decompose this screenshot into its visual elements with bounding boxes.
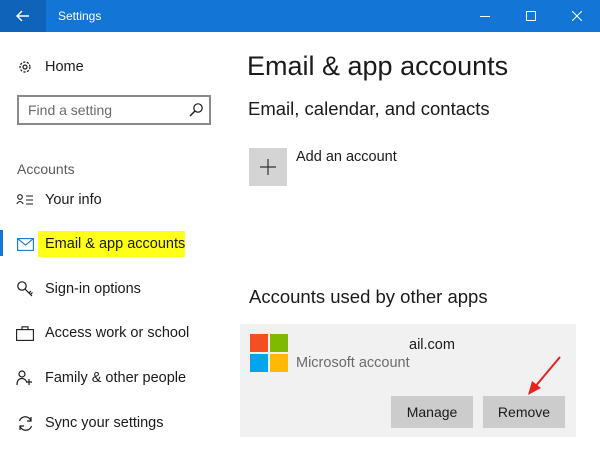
sidebar-item-home[interactable]: Home xyxy=(0,47,230,87)
sidebar-item-sign-in-options[interactable]: Sign-in options xyxy=(0,269,230,309)
search-icon[interactable] xyxy=(188,102,204,118)
close-button[interactable] xyxy=(554,0,600,32)
search-placeholder: Find a setting xyxy=(28,102,113,118)
add-account-button[interactable] xyxy=(249,148,287,186)
sidebar-item-sync-your-settings[interactable]: Sync your settings xyxy=(0,403,230,443)
key-icon xyxy=(16,280,34,298)
home-label: Home xyxy=(45,59,84,75)
back-button[interactable] xyxy=(0,0,46,32)
sidebar-item-label: Family & other people xyxy=(45,370,187,386)
minimize-icon xyxy=(480,16,490,17)
maximize-button[interactable] xyxy=(508,0,554,32)
person-card-icon xyxy=(16,191,34,209)
manage-button[interactable]: Manage xyxy=(391,396,473,428)
people-icon xyxy=(16,369,34,387)
sidebar-item-label: Email & app accounts xyxy=(45,236,186,252)
gear-icon xyxy=(16,58,34,76)
back-arrow-icon xyxy=(16,10,29,22)
plus-icon xyxy=(260,159,276,175)
close-icon xyxy=(572,11,582,21)
sidebar-item-your-info[interactable]: Your info xyxy=(0,180,230,220)
accounts-section-label: Accounts xyxy=(17,161,75,177)
sidebar-item-email-app-accounts[interactable]: Email & app accounts xyxy=(0,224,230,264)
sidebar-item-label: Sign-in options xyxy=(45,281,141,297)
sidebar-item-access-work-or-school[interactable]: Access work or school xyxy=(0,313,230,353)
microsoft-logo-icon xyxy=(250,334,288,372)
briefcase-icon xyxy=(16,324,34,342)
minimize-button[interactable] xyxy=(462,0,508,32)
search-input[interactable]: Find a setting xyxy=(17,95,211,125)
remove-button[interactable]: Remove xyxy=(483,396,565,428)
maximize-icon xyxy=(526,11,536,21)
sidebar-item-label: Sync your settings xyxy=(45,415,164,431)
add-account-label[interactable]: Add an account xyxy=(296,149,397,165)
account-type: Microsoft account xyxy=(296,355,410,371)
mail-icon xyxy=(16,235,34,253)
accounts-used-by-other-apps-heading: Accounts used by other apps xyxy=(249,286,488,307)
email-calendar-contacts-heading: Email, calendar, and contacts xyxy=(248,98,490,119)
annotation-arrow-icon xyxy=(528,356,561,395)
sidebar-item-label: Access work or school xyxy=(45,325,190,341)
sidebar-item-family-other-people[interactable]: Family & other people xyxy=(0,358,230,398)
account-email: ail.com xyxy=(409,337,455,353)
title-bar: Settings xyxy=(0,0,600,32)
window-title: Settings xyxy=(58,9,102,23)
sync-icon xyxy=(16,414,34,432)
sidebar-item-label: Your info xyxy=(45,192,102,208)
page-title: Email & app accounts xyxy=(247,51,509,81)
